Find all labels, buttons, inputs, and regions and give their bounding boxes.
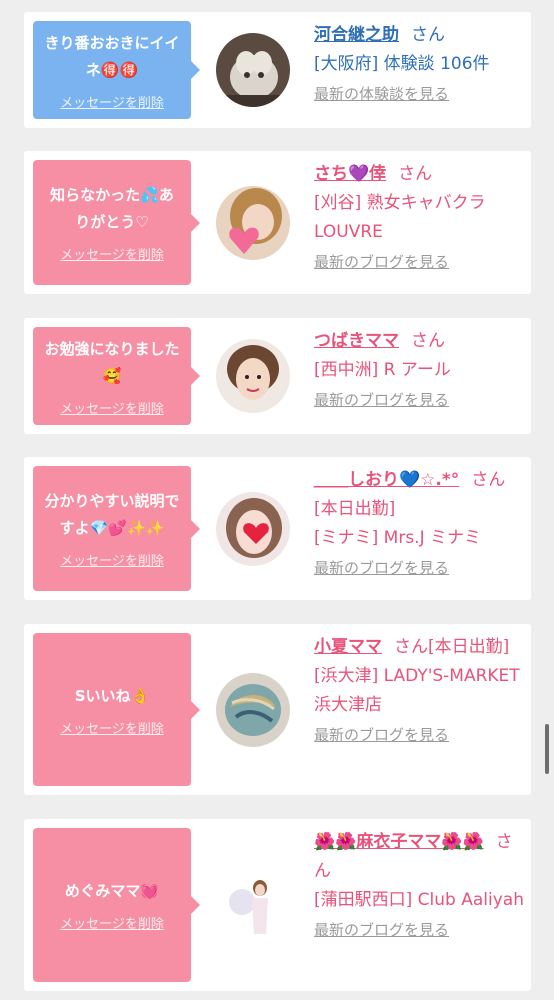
sender-name-line: つばきママ さん [314, 327, 524, 356]
avatar-photo [216, 492, 290, 566]
sender-info: さち💜倖 さん [刈谷] 熟女キャバクラLOUVRE 最新のブログを見る [314, 160, 524, 272]
sender-info: 🌺🌺麻衣子ママ🌺🌺 さん [蒲田駅西口] Club Aaliyah 最新のブログを… [314, 828, 524, 940]
sender-info: 小夏ママ さん[本日出勤] [浜大津] LADY'S-MARKET 浜大津店 最新… [314, 633, 524, 745]
avatar[interactable] [216, 868, 290, 942]
sender-info: つばきママ さん [西中洲] R アール 最新のブログを見る [314, 327, 524, 410]
message-card: きり番おおきにイイネ🉐🉐 メッセージを削除 河合継之助 さん [大阪府] 体験談 … [24, 12, 531, 128]
sender-name-link[interactable]: 河合継之助 [314, 25, 399, 45]
message-card: めぐみママ💓 メッセージを削除 🌺🌺麻衣子ママ🌺🌺 さん [蒲田駅西口] Club… [24, 819, 531, 991]
delete-message-link[interactable]: メッセージを削除 [60, 718, 164, 737]
avatar-photo [216, 868, 290, 942]
sender-detail: [西中洲] R アール [314, 360, 451, 380]
message-bubble: 知らなかった💦ありがとう♡ メッセージを削除 [33, 160, 200, 285]
sender-name-link[interactable]: つばきママ [314, 331, 399, 351]
latest-link[interactable]: 最新の体験談を見る [314, 83, 524, 104]
sender-name-link[interactable]: 小夏ママ [314, 637, 382, 657]
sender-name-link[interactable]: さち💜倖 [314, 164, 386, 184]
avatar[interactable] [216, 186, 290, 260]
message-bubble: きり番おおきにイイネ🉐🉐 メッセージを削除 [33, 21, 200, 119]
honorific: さん [411, 331, 445, 351]
avatar[interactable] [216, 492, 290, 566]
delete-message-link[interactable]: メッセージを削除 [60, 913, 164, 932]
sender-name-link[interactable]: ＿＿しおり💙☆.*° [314, 470, 459, 490]
latest-link[interactable]: 最新のブログを見る [314, 919, 524, 940]
avatar-photo [216, 339, 290, 413]
sender-name-line: 小夏ママ さん[本日出勤] [314, 633, 524, 662]
honorific: さん [398, 164, 433, 184]
sender-detail: [浜大津] LADY'S-MARKET 浜大津店 [314, 666, 520, 715]
delete-message-link[interactable]: メッセージを削除 [60, 244, 164, 263]
message-text: きり番おおきにイイネ🉐🉐 [44, 33, 180, 79]
avatar[interactable] [216, 673, 290, 747]
message-bubble: Sいいね👌 メッセージを削除 [33, 633, 200, 786]
avatar-photo [216, 673, 290, 747]
latest-link[interactable]: 最新のブログを見る [314, 557, 524, 578]
sender-name-line: ＿＿しおり💙☆.*° さん[本日出勤] [314, 466, 524, 524]
message-card: Sいいね👌 メッセージを削除 小夏ママ さん[本日出勤] [浜大津] LADY'S… [24, 624, 531, 795]
message-card: 分かりやすい説明ですよ💎💕✨✨ メッセージを削除 ＿＿しおり💙☆.*° さん[本日… [24, 457, 531, 600]
message-text: 知らなかった💦ありがとう♡ [50, 186, 174, 231]
latest-link[interactable]: 最新のブログを見る [314, 389, 524, 410]
delete-message-link[interactable]: メッセージを削除 [60, 398, 164, 417]
message-text: めぐみママ💓 [64, 882, 160, 900]
message-text: Sいいね👌 [74, 686, 150, 705]
latest-link[interactable]: 最新のブログを見る [314, 251, 524, 272]
message-bubble: 分かりやすい説明ですよ💎💕✨✨ メッセージを削除 [33, 466, 200, 591]
honorific: さん[本日出勤] [394, 637, 510, 657]
avatar[interactable] [216, 339, 290, 413]
message-text: 分かりやすい説明ですよ💎💕✨✨ [44, 492, 180, 537]
sender-info: 河合継之助 さん [大阪府] 体験談 106件 最新の体験談を見る [314, 21, 524, 104]
avatar[interactable] [216, 33, 290, 107]
message-card: 知らなかった💦ありがとう♡ メッセージを削除 さち💜倖 さん [刈谷] 熟女キャバ… [24, 151, 531, 294]
sender-name-link[interactable]: 🌺🌺麻衣子ママ🌺🌺 [314, 832, 484, 852]
sender-detail: [蒲田駅西口] Club Aaliyah [314, 890, 524, 910]
honorific: さん [411, 25, 445, 45]
sender-detail: [ミナミ] Mrs.J ミナミ [314, 528, 482, 548]
message-card: お勉強になりました🥰 メッセージを削除 つばきママ さん [西中洲] R アール … [24, 318, 531, 434]
avatar-photo [216, 33, 290, 107]
message-bubble: お勉強になりました🥰 メッセージを削除 [33, 327, 200, 425]
delete-message-link[interactable]: メッセージを削除 [60, 92, 164, 111]
message-bubble: めぐみママ💓 メッセージを削除 [33, 828, 200, 982]
message-text: お勉強になりました🥰 [44, 339, 180, 385]
sender-detail: [大阪府] 体験談 106件 [314, 54, 490, 74]
latest-link[interactable]: 最新のブログを見る [314, 724, 524, 745]
sender-info: ＿＿しおり💙☆.*° さん[本日出勤] [ミナミ] Mrs.J ミナミ 最新のブロ… [314, 466, 524, 578]
sender-name-line: 河合継之助 さん [314, 21, 524, 50]
sender-detail: [刈谷] 熟女キャバクラLOUVRE [314, 193, 486, 242]
delete-message-link[interactable]: メッセージを削除 [60, 550, 164, 569]
sender-name-line: さち💜倖 さん [314, 160, 524, 189]
sender-name-line: 🌺🌺麻衣子ママ🌺🌺 さん [314, 828, 524, 886]
avatar-photo [216, 186, 290, 260]
scrollbar[interactable] [545, 724, 549, 774]
